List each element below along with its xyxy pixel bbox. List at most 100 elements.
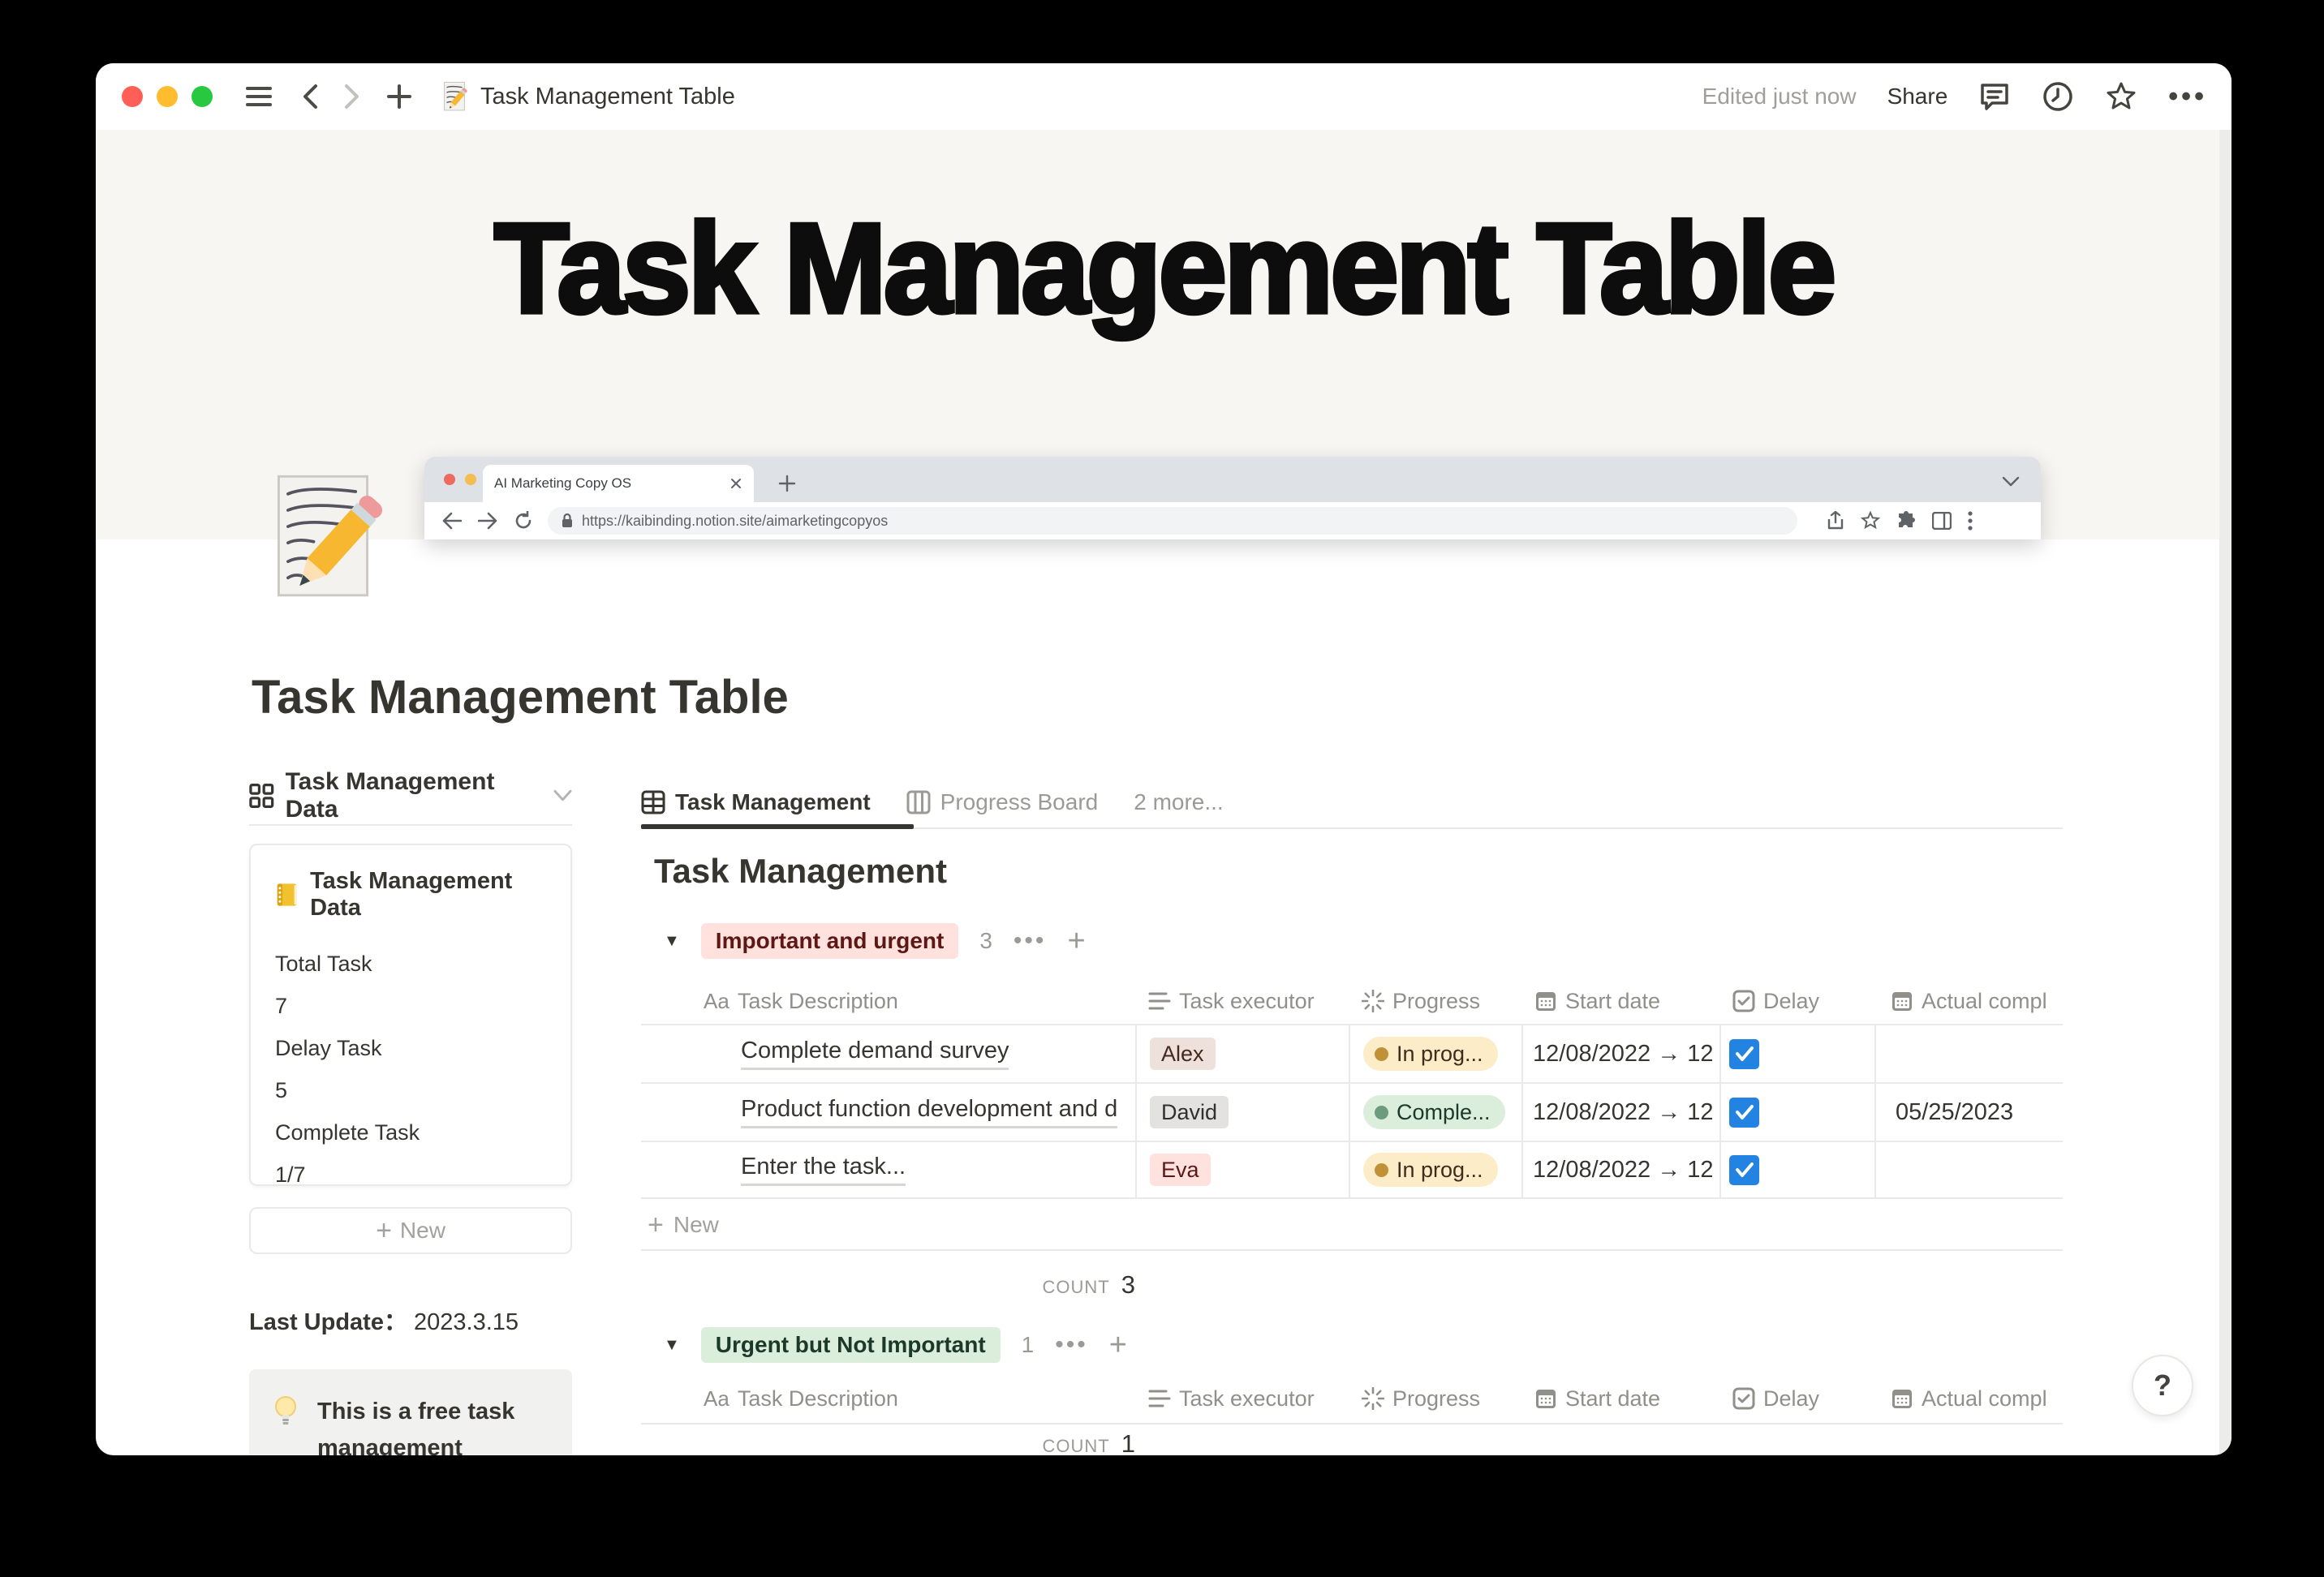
chevron-down-icon [553, 789, 572, 802]
new-tab-icon[interactable] [386, 84, 412, 110]
stat-label: Complete Task [275, 1111, 546, 1154]
actual-completion-cell[interactable] [1874, 1025, 2063, 1082]
group-more-icon[interactable]: ••• [1055, 1331, 1088, 1359]
browser-forward-icon [478, 512, 497, 530]
traffic-light-minimize[interactable] [157, 86, 178, 107]
browser-reload-icon [514, 511, 533, 531]
start-date-cell[interactable]: 12/08/2022 → 12 [1521, 1025, 1719, 1082]
edited-status: Edited just now [1702, 84, 1857, 110]
view-switcher[interactable]: Task Management Data [249, 776, 572, 816]
tab-progress-board[interactable]: Progress Board [906, 789, 1099, 815]
column-delay[interactable]: Delay [1719, 1379, 1874, 1418]
progress-status[interactable]: In prog... [1363, 1153, 1498, 1187]
progress-status[interactable]: In prog... [1363, 1037, 1498, 1071]
card-title: Task Management Data [310, 868, 546, 922]
browser-back-icon [442, 512, 462, 530]
database-heading: Task Management [654, 852, 947, 891]
tab-plus-icon [778, 475, 796, 492]
browser-tab-bar: AI Marketing Copy OS [424, 457, 2041, 502]
task-title[interactable]: Complete demand survey [741, 1038, 1009, 1070]
executor-tag[interactable]: Eva [1150, 1154, 1211, 1186]
memo-icon [440, 81, 469, 112]
lock-icon [561, 513, 574, 529]
table-row[interactable]: Product function development and d David… [641, 1082, 2063, 1141]
sidebar-divider [249, 824, 572, 826]
stat-value: 5 [275, 1069, 546, 1111]
tab-task-management[interactable]: Task Management [641, 789, 871, 815]
progress-status[interactable]: Comple... [1363, 1095, 1505, 1129]
start-date-cell[interactable]: 12/08/2022 → 12 [1521, 1142, 1719, 1197]
sidebar-new-button[interactable]: + New [249, 1207, 572, 1254]
group-toggle-icon[interactable]: ▼ [664, 932, 680, 951]
executor-tag[interactable]: Alex [1150, 1038, 1216, 1070]
checkbox-property-icon [1732, 990, 1755, 1012]
menu-icon[interactable] [245, 85, 273, 108]
text-property-icon: Aa [704, 1386, 729, 1412]
group-badge[interactable]: Important and urgent [701, 923, 959, 959]
table-row[interactable]: Enter the task... Eva In prog... 12/08/2… [641, 1141, 2063, 1199]
actual-completion-cell[interactable]: 05/25/2023 [1874, 1084, 2063, 1141]
delay-checkbox-checked[interactable] [1729, 1039, 1759, 1069]
data-card[interactable]: Task Management Data Total Task 7 Delay … [249, 844, 572, 1186]
checkbox-property-icon [1732, 1387, 1755, 1410]
column-start-date[interactable]: Start date [1521, 1379, 1719, 1418]
tabbar-chevron-down-icon [2002, 476, 2020, 488]
group-toggle-icon[interactable]: ▼ [664, 1336, 680, 1355]
page-title: Task Management Table [252, 670, 789, 724]
select-property-icon [1148, 1388, 1171, 1409]
group-add-icon[interactable]: + [1067, 924, 1085, 959]
column-progress[interactable]: Progress [1349, 982, 1521, 1021]
tab-more-views[interactable]: 2 more... [1134, 789, 1223, 815]
comments-icon[interactable] [1978, 81, 2011, 112]
browser-sidepanel-icon [1932, 512, 1952, 530]
url-text: https://kaibinding.notion.site/aimarketi… [582, 513, 888, 530]
vertical-scrollbar[interactable] [2219, 130, 2231, 1455]
last-update-value: 2023.3.15 [414, 1309, 519, 1335]
column-start-date[interactable]: Start date [1521, 982, 1719, 1021]
calendar-icon [1891, 990, 1913, 1012]
group-add-icon[interactable]: + [1109, 1328, 1127, 1363]
address-bar[interactable]: https://kaibinding.notion.site/aimarketi… [548, 507, 1797, 535]
favorite-star-icon[interactable] [2105, 80, 2137, 113]
delay-checkbox-checked[interactable] [1729, 1098, 1759, 1128]
table-new-row[interactable]: + New [641, 1201, 2063, 1251]
column-actual-completion[interactable]: Actual compl [1874, 982, 2063, 1021]
group-badge[interactable]: Urgent but Not Important [701, 1327, 1001, 1363]
plus-icon: + [376, 1217, 392, 1244]
count-value: 3 [1121, 1270, 1135, 1300]
delay-checkbox-checked[interactable] [1729, 1155, 1759, 1185]
column-actual-completion[interactable]: Actual compl [1874, 1379, 2063, 1418]
task-title[interactable]: Product function development and d [741, 1096, 1117, 1128]
column-task-executor[interactable]: Task executor [1135, 982, 1349, 1021]
traffic-light-zoom[interactable] [192, 86, 213, 107]
more-options-icon[interactable]: ••• [2168, 81, 2207, 113]
column-task-executor[interactable]: Task executor [1135, 1379, 1349, 1418]
board-view-icon [906, 790, 931, 814]
group-header-important-urgent: ▼ Important and urgent 3 ••• + [664, 918, 1086, 964]
status-property-icon [1362, 990, 1384, 1012]
forward-icon[interactable] [344, 84, 360, 110]
column-task-description[interactable]: Aa Task Description [641, 982, 1135, 1021]
actual-completion-cell[interactable] [1874, 1142, 2063, 1197]
group-more-icon[interactable]: ••• [1014, 927, 1047, 955]
table-header-row: Aa Task Description Task executor Progre… [641, 982, 2063, 1021]
page-icon-memo[interactable] [261, 473, 385, 601]
tab-label: Progress Board [940, 789, 1099, 815]
group-count-footer[interactable]: COUNT 1 [641, 1429, 1135, 1455]
table-row[interactable]: Complete demand survey Alex In prog... 1… [641, 1024, 2063, 1082]
group-count-footer[interactable]: COUNT 3 [641, 1270, 1135, 1300]
history-icon[interactable] [2042, 80, 2074, 113]
start-date-cell[interactable]: 12/08/2022 → 12 [1521, 1084, 1719, 1141]
column-delay[interactable]: Delay [1719, 982, 1874, 1021]
back-icon[interactable] [302, 84, 318, 110]
help-button[interactable]: ? [2132, 1355, 2193, 1416]
task-title[interactable]: Enter the task... [741, 1154, 906, 1186]
table-view-icon [641, 790, 665, 814]
calendar-icon [1534, 1387, 1557, 1410]
browser-mockup: AI Marketing Copy OS https://kaibinding.… [424, 457, 2041, 539]
share-button[interactable]: Share [1887, 84, 1948, 110]
column-progress[interactable]: Progress [1349, 1379, 1521, 1418]
column-task-description[interactable]: Aa Task Description [641, 1379, 1135, 1418]
traffic-light-close[interactable] [122, 86, 143, 107]
executor-tag[interactable]: David [1150, 1096, 1229, 1128]
